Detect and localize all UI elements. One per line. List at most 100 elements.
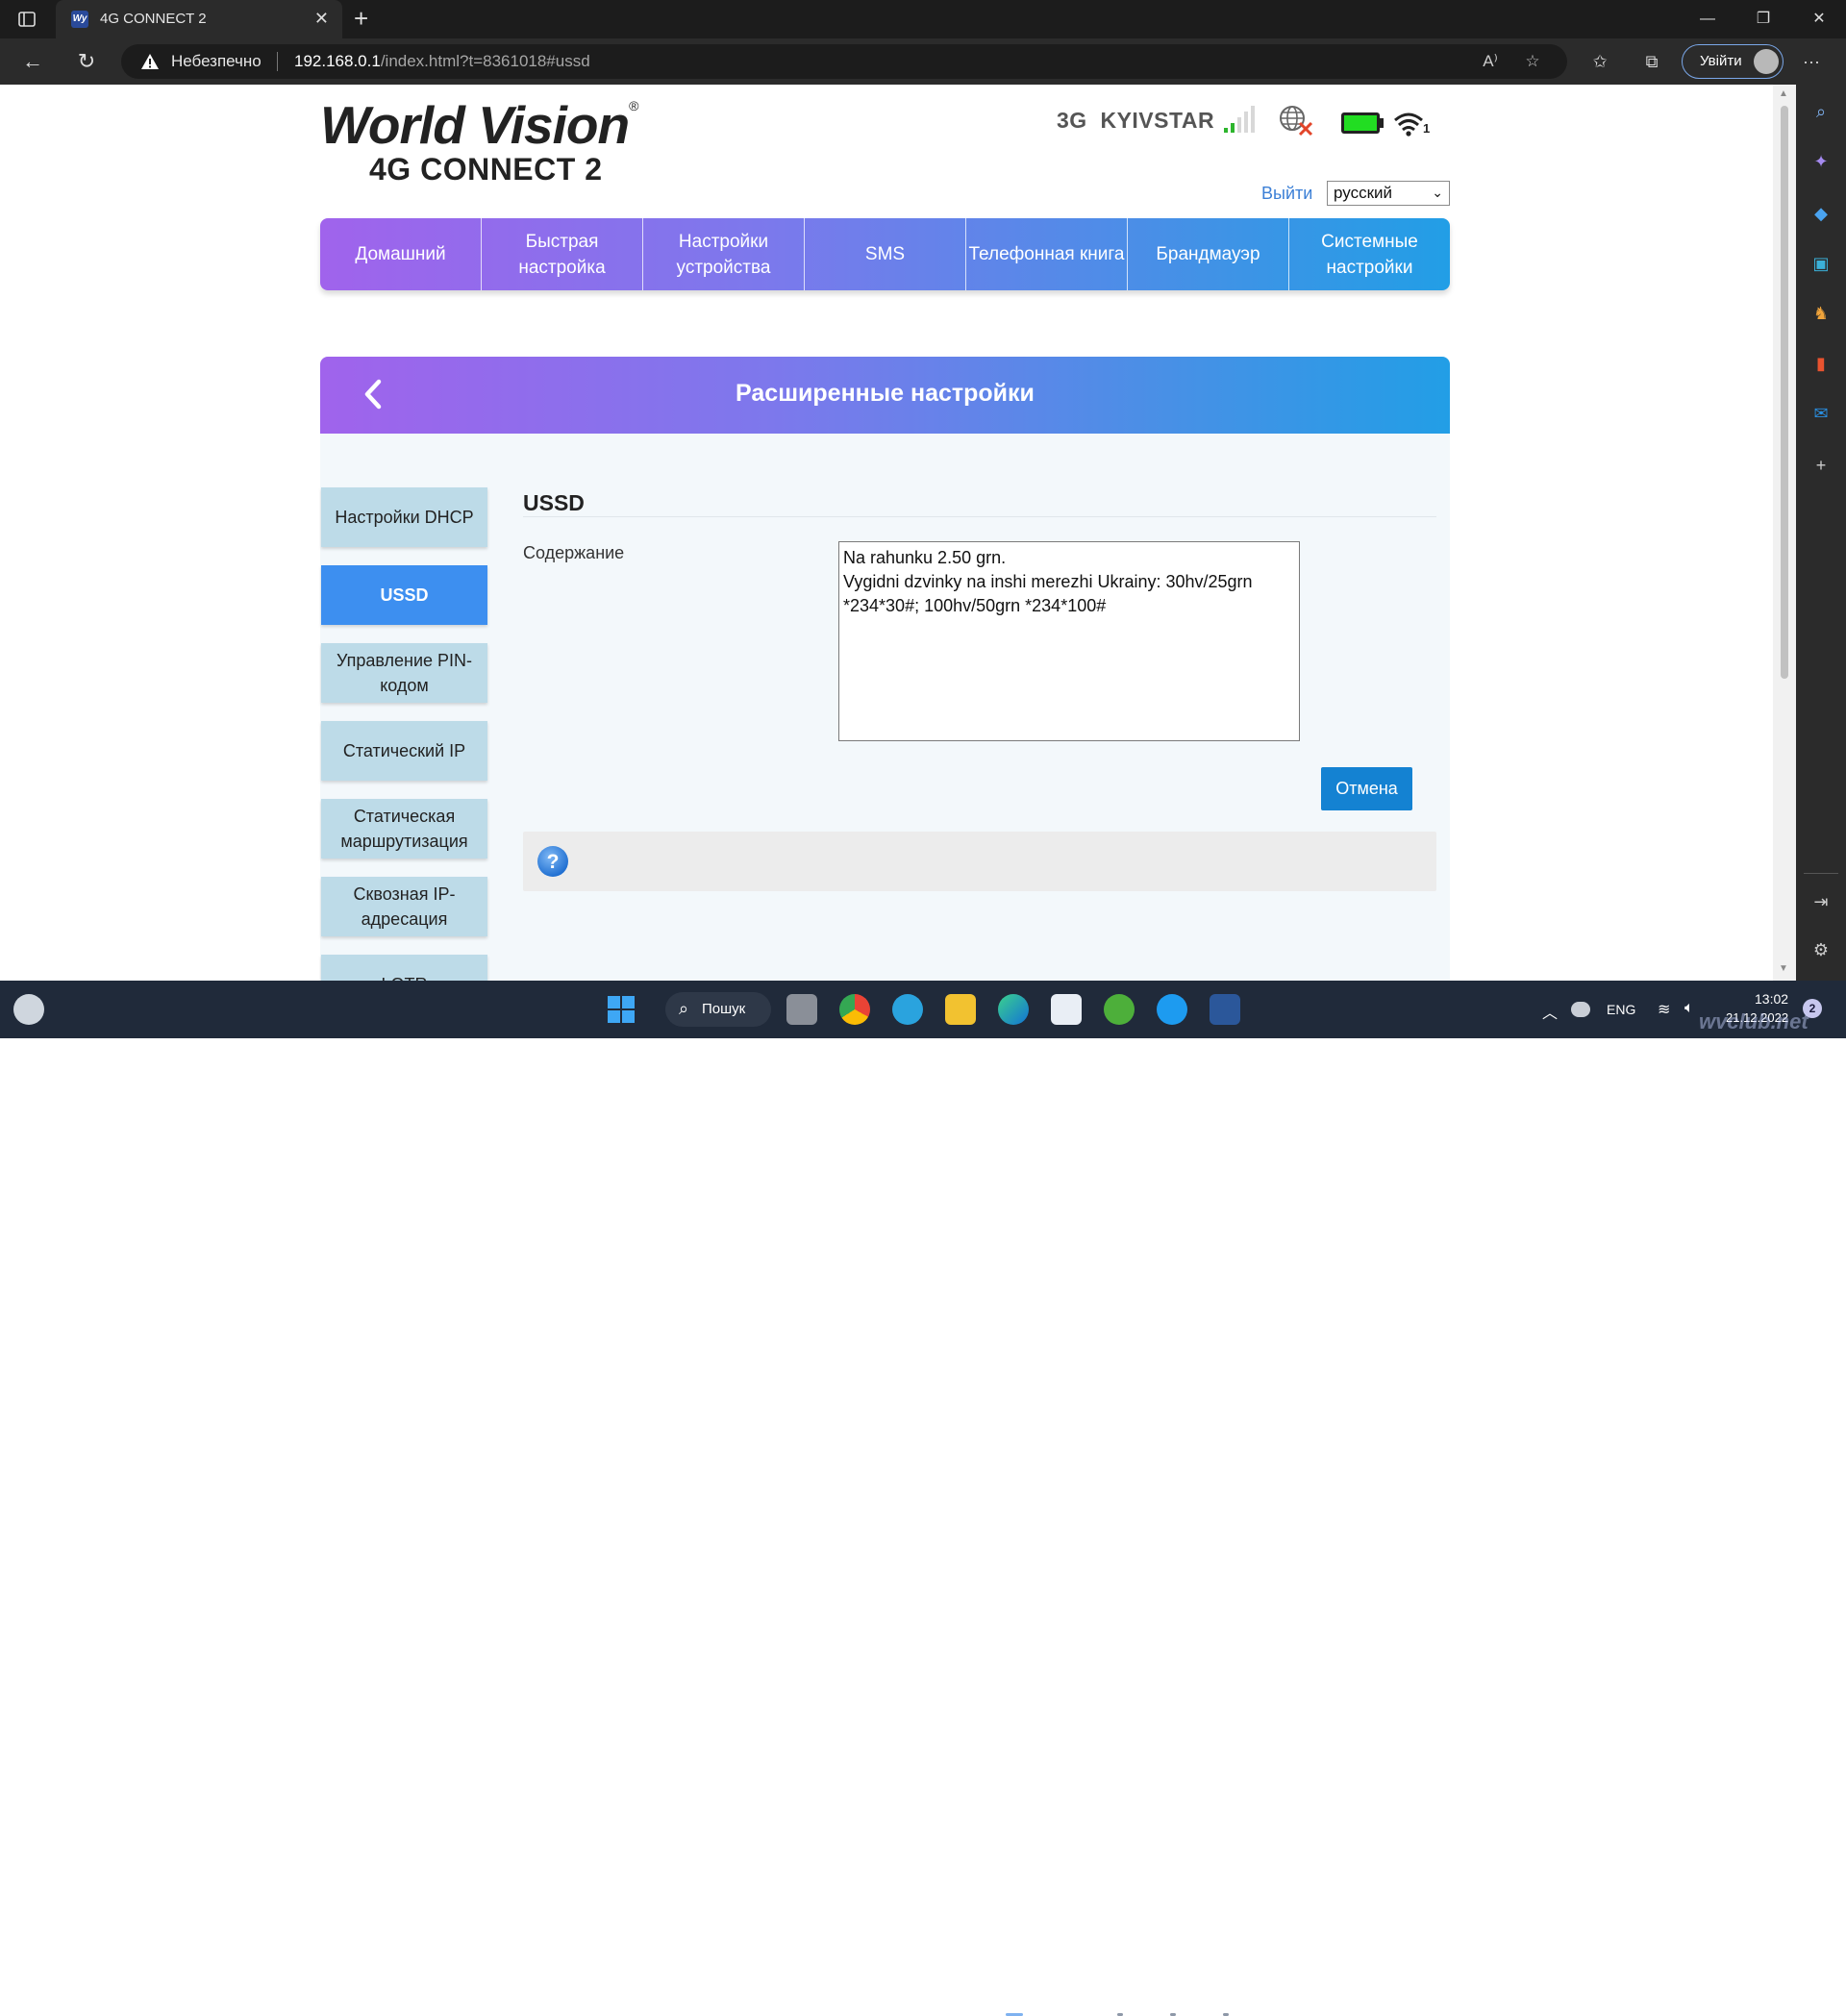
ussd-response-textarea[interactable]: Na rahunku 2.50 grn. Vygidni dzvinky na … [838,541,1300,741]
profile-avatar-icon [1754,49,1779,74]
taskbar-search-label: Пошук [702,1001,746,1017]
chevron-down-icon: ⌄ [1432,185,1443,200]
logo-brand: World Vision® [320,94,638,156]
nav-firewall[interactable]: Брандмауэр [1128,218,1289,290]
signin-label: Увійти [1700,53,1742,69]
more-menu-icon[interactable]: ··· [1800,50,1823,73]
microsoft-store-icon[interactable] [1051,994,1082,1025]
nav-quick-setup[interactable]: Быстрая настройка [482,218,643,290]
sidebar-add-icon[interactable]: + [1809,454,1833,477]
signin-button[interactable]: Увійти [1682,44,1784,79]
side-item-dhcp[interactable]: Настройки DHCP [321,487,487,547]
page-scrollbar[interactable]: ▲ ▼ [1773,85,1796,981]
back-arrow-icon[interactable]: ← [19,48,46,75]
telegram-icon[interactable] [892,994,923,1025]
scroll-up-icon[interactable]: ▲ [1779,88,1788,99]
security-status[interactable]: Небезпечно [171,52,262,71]
nav-system-settings[interactable]: Системные настройки [1289,218,1450,290]
browser-titlebar: Wy 4G CONNECT 2 ✕ + — ❐ ✕ [0,0,1846,38]
nav-sms[interactable]: SMS [805,218,966,290]
new-tab-icon[interactable]: + [354,4,368,34]
site-favicon-icon: Wy [71,11,88,28]
edge-icon[interactable] [998,994,1029,1025]
language-select[interactable]: русский ⌄ [1327,181,1450,206]
sidebar-settings-icon[interactable]: ⚙ [1809,938,1833,961]
network-wifi-icon[interactable]: ≋ [1658,1000,1670,1019]
tray-chevron-icon[interactable]: ︿ [1542,1000,1558,1023]
scroll-thumb[interactable] [1781,106,1788,679]
help-question-icon[interactable]: ? [536,845,569,878]
start-button-icon[interactable] [606,994,636,1025]
windows-taskbar: ⌕ Пошук ︿ ENG ≋ 🔈︎ 13:02 21.12.2022 2 [0,981,1846,2016]
panel-title: Расширенные настройки [736,380,1035,407]
main-navigation: Домашний Быстрая настройка Настройки уст… [320,218,1450,290]
ussd-line: Vygidni dzvinky na inshi merezhi Ukrainy… [843,572,1253,591]
skype-icon[interactable] [1157,994,1187,1025]
side-item-ussd[interactable]: USSD [321,565,487,625]
logo-model: 4G CONNECT 2 [369,152,603,187]
cancel-button[interactable]: Отмена [1321,767,1412,810]
panel-header: Расширенные настройки [320,357,1450,434]
word-icon[interactable] [1210,994,1240,1025]
input-language[interactable]: ENG [1607,1002,1635,1017]
network-type: 3G [1057,108,1087,133]
volume-icon[interactable]: 🔈︎ [1684,1000,1694,1017]
sidebar-search-icon[interactable]: ⌕ [1809,100,1833,123]
edge-sidebar: ⌕ ✦ ◆ ▣ ♞ ▮ ✉ + ⇥ ⚙ [1796,85,1846,981]
tab-actions-icon[interactable] [17,10,37,29]
sidebar-hide-icon[interactable]: ⇥ [1809,890,1833,913]
sidebar-tools-icon[interactable]: ▣ [1809,252,1833,275]
nav-device-settings[interactable]: Настройки устройства [643,218,805,290]
chrome-icon[interactable] [839,994,870,1025]
file-explorer-icon[interactable] [945,994,976,1025]
operator-name: KYIVSTAR [1100,108,1215,133]
onedrive-icon[interactable] [1571,1002,1590,1017]
task-view-icon[interactable] [786,994,817,1025]
internet-disconnected-icon [1278,104,1314,137]
browser-tab-active[interactable]: Wy 4G CONNECT 2 ✕ [56,0,342,38]
side-item-pin-management[interactable]: Управление PIN-кодом [321,643,487,703]
restore-icon[interactable]: ❐ [1736,0,1790,38]
sidebar-office-icon[interactable]: ▮ [1809,352,1833,375]
clock-time[interactable]: 13:02 [1755,991,1788,1007]
search-icon: ⌕ [679,999,689,1018]
battery-full-icon [1340,112,1384,135]
sidebar-games-icon[interactable]: ♞ [1809,302,1833,325]
language-selected: русский [1334,184,1393,202]
wifi-client-count: 1 [1423,121,1431,136]
side-item-ip-passthrough[interactable]: Сквозная IP-адресация [321,877,487,936]
add-favorite-icon[interactable]: ☆ [1521,50,1544,73]
url-text[interactable]: 192.168.0.1/index.html?t=8361018#ussd [294,52,590,71]
tab-close-icon[interactable]: ✕ [314,9,329,29]
side-item-static-routing[interactable]: Статическая маршрутизация [321,799,487,859]
reload-icon[interactable]: ↻ [73,48,100,75]
address-bar[interactable]: Небезпечно 192.168.0.1/index.html?t=8361… [121,44,1567,79]
page-viewport: World Vision® 4G CONNECT 2 3G KYIVSTAR 1… [0,85,1773,981]
warning-triangle-icon[interactable] [140,52,160,71]
weather-icon[interactable] [13,994,44,1025]
scroll-down-icon[interactable]: ▼ [1779,963,1788,974]
utorrent-icon[interactable] [1104,994,1135,1025]
logo-brand-text: World Vision [320,95,630,155]
section-divider [523,516,1436,517]
favorites-icon[interactable]: ✩ [1588,50,1611,73]
network-operator: 3G KYIVSTAR [1057,108,1214,134]
logo-registered-mark: ® [629,98,638,113]
read-aloud-icon[interactable]: A⁾ [1479,50,1502,73]
sidebar-outlook-icon[interactable]: ✉ [1809,402,1833,425]
logout-link[interactable]: Выйти [1261,184,1312,204]
collections-icon[interactable]: ⧉ [1640,50,1663,73]
taskbar-search[interactable]: ⌕ Пошук [665,992,771,1027]
sidebar-copilot-icon[interactable]: ✦ [1809,150,1833,173]
minimize-icon[interactable]: — [1681,0,1734,38]
help-box: ? [523,832,1436,891]
nav-phonebook[interactable]: Телефонная книга [966,218,1128,290]
ussd-line: Na rahunku 2.50 grn. [843,548,1007,567]
sidebar-shopping-icon[interactable]: ◆ [1809,202,1833,225]
nav-home[interactable]: Домашний [320,218,482,290]
side-item-static-ip[interactable]: Статический IP [321,721,487,781]
window-close-icon[interactable]: ✕ [1792,0,1846,38]
sidebar-divider [1804,873,1838,874]
ussd-line: *234*30#; 100hv/50grn *234*100# [843,596,1107,615]
side-item-lotr[interactable]: LOTR [321,955,487,981]
